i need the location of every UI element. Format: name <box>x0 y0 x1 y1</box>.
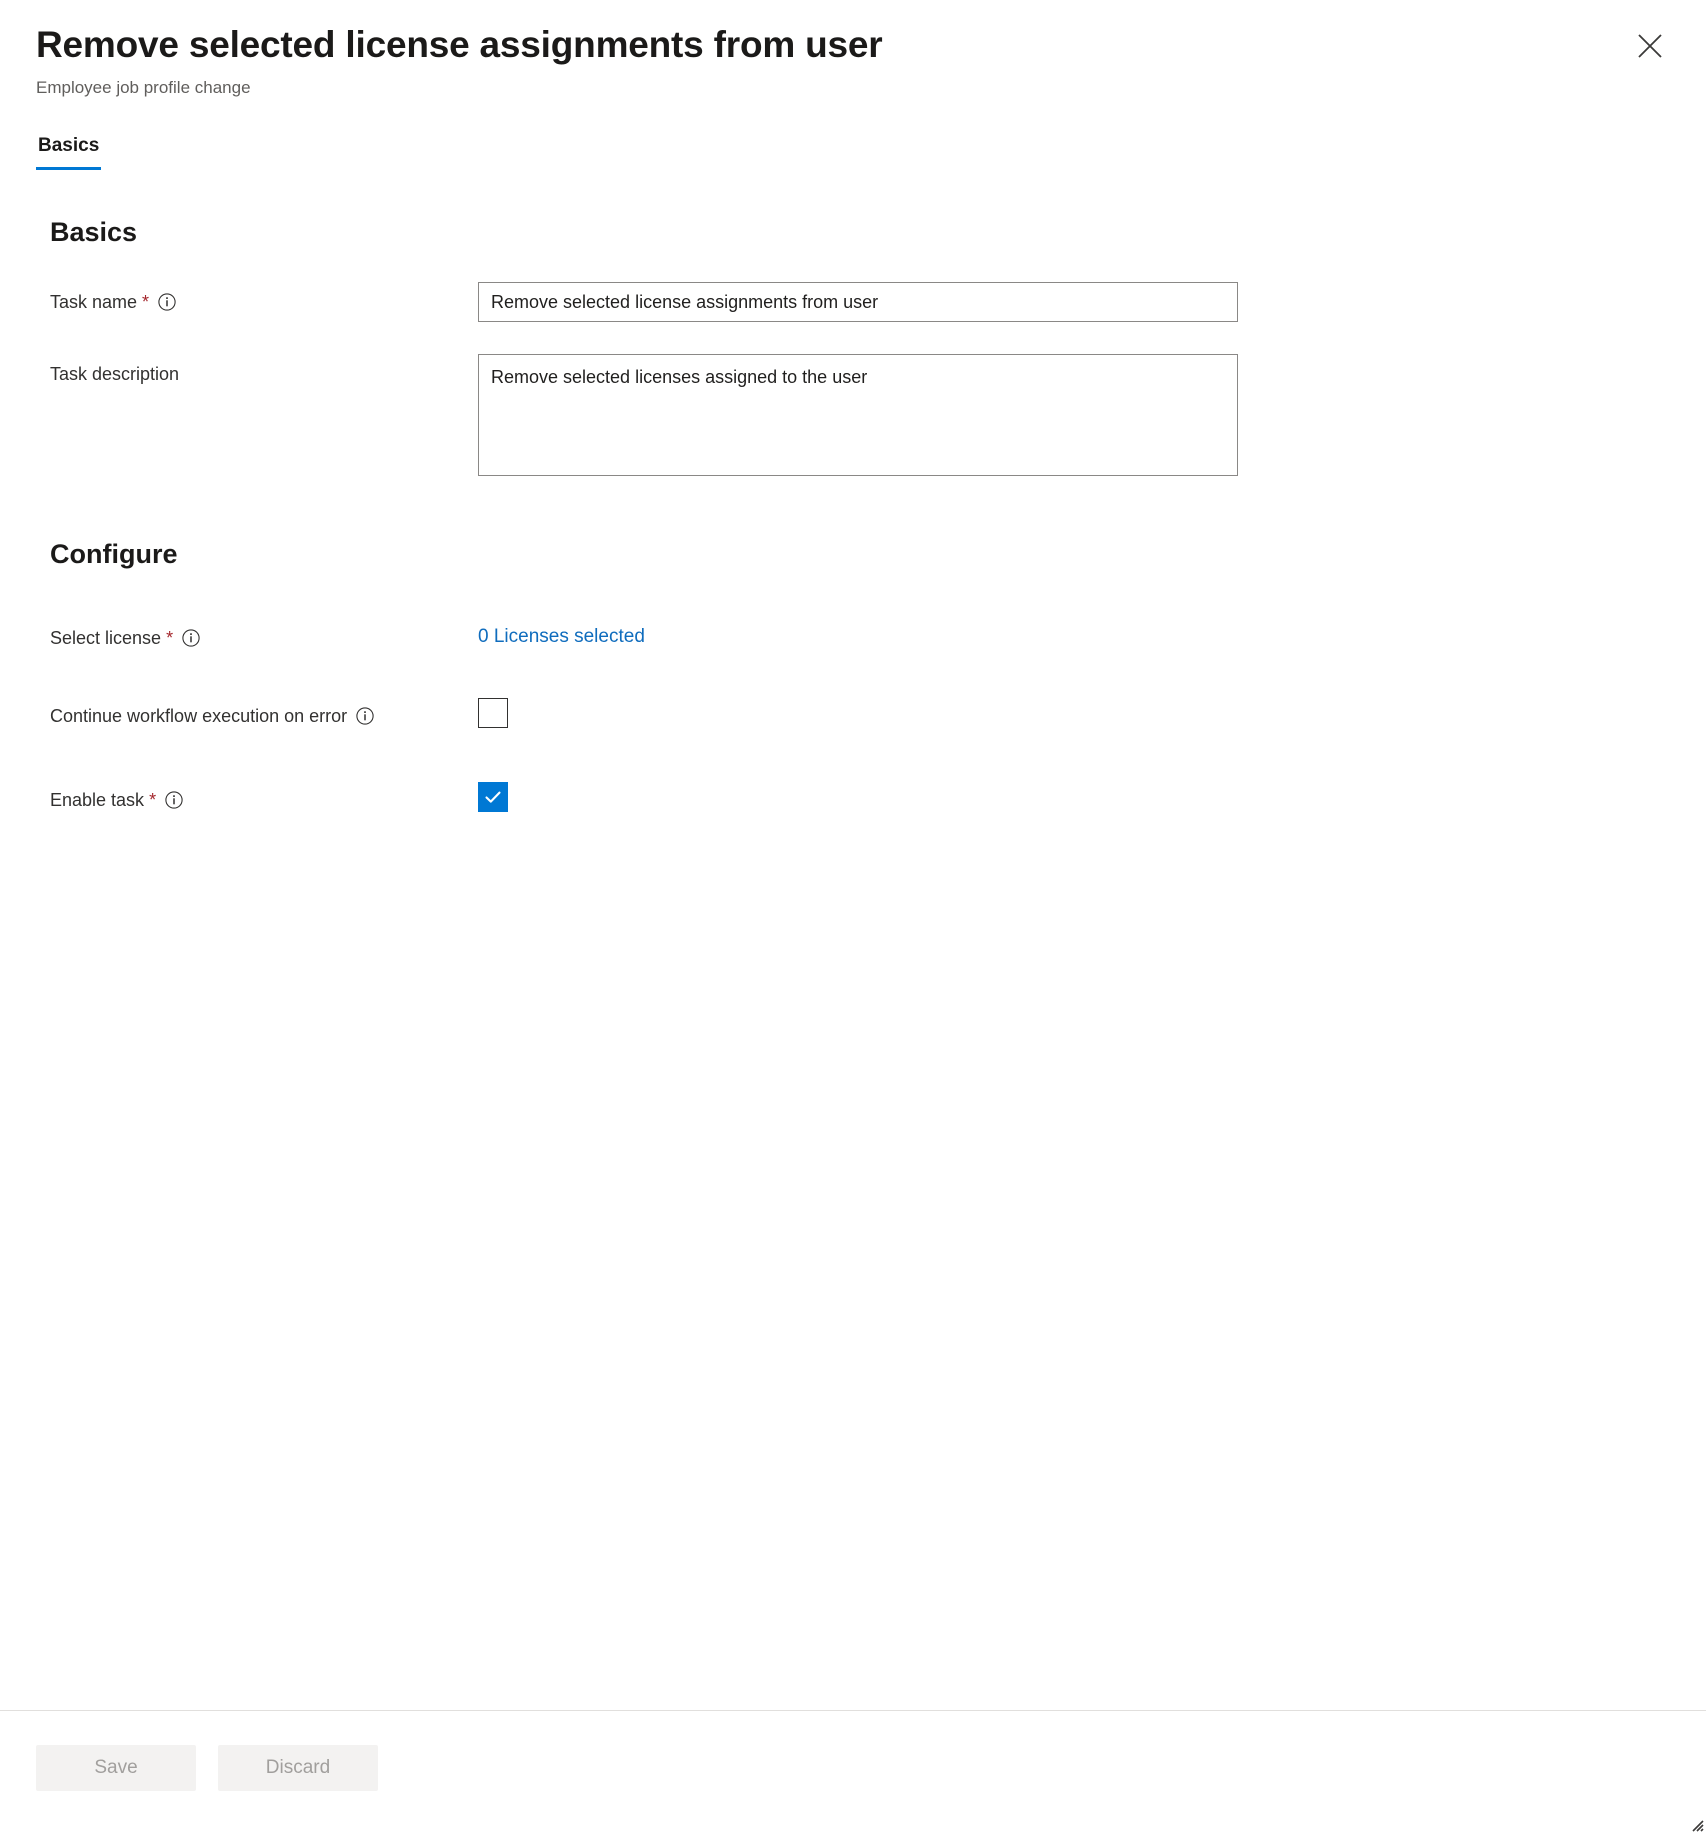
tab-bar: Basics <box>0 130 1706 170</box>
required-indicator: * <box>166 628 174 648</box>
tab-basics[interactable]: Basics <box>36 130 102 170</box>
label-task-description: Task description <box>50 354 478 386</box>
discard-button[interactable]: Discard <box>218 1745 378 1791</box>
info-icon[interactable] <box>356 707 374 725</box>
label-select-license-text: Select license <box>50 628 162 648</box>
label-task-description-text: Task description <box>50 364 180 384</box>
form-row-task-name: Task name * <box>50 282 1670 322</box>
save-button[interactable]: Save <box>36 1745 196 1791</box>
field-select-license: 0 Licenses selected <box>478 618 645 649</box>
blade-content: Basics Task name * Task de <box>0 170 1706 1710</box>
form-row-select-license: Select license * 0 Licenses selected <box>50 618 1670 650</box>
field-task-description <box>478 354 1238 476</box>
label-enable-task-text: Enable task <box>50 790 145 810</box>
form-row-task-description: Task description <box>50 354 1670 476</box>
page-subtitle: Employee job profile change <box>36 78 251 97</box>
page-title: Remove selected license assignments from… <box>36 24 883 65</box>
task-description-textarea[interactable] <box>478 354 1238 476</box>
blade-header: Remove selected license assignments from… <box>0 0 1706 100</box>
section-heading-basics: Basics <box>50 217 138 247</box>
required-indicator: * <box>149 790 157 810</box>
info-icon[interactable] <box>158 293 176 311</box>
label-select-license: Select license * <box>50 618 478 650</box>
label-enable-task: Enable task * <box>50 780 478 812</box>
field-task-name <box>478 282 1238 322</box>
licenses-selected-link[interactable]: 0 Licenses selected <box>478 618 645 649</box>
label-continue-on-error-text: Continue workflow execution on error <box>50 706 348 726</box>
label-task-name-text: Task name <box>50 292 138 312</box>
close-icon <box>1637 33 1663 59</box>
continue-on-error-checkbox[interactable] <box>478 698 508 728</box>
label-task-name: Task name * <box>50 282 478 314</box>
task-name-input[interactable] <box>478 282 1238 322</box>
field-continue-on-error <box>478 696 508 728</box>
blade-footer: Save Discard <box>0 1710 1706 1834</box>
section-heading-configure: Configure <box>50 539 178 569</box>
enable-task-checkbox[interactable] <box>478 782 508 812</box>
form-row-continue-on-error: Continue workflow execution on error <box>50 696 1670 728</box>
close-button[interactable] <box>1626 22 1674 70</box>
required-indicator: * <box>142 292 150 312</box>
info-icon[interactable] <box>182 629 200 647</box>
form-row-enable-task: Enable task * <box>50 780 1670 812</box>
checkmark-icon <box>483 787 503 807</box>
resize-grip-icon[interactable] <box>1690 1818 1704 1832</box>
info-icon[interactable] <box>165 791 183 809</box>
field-enable-task <box>478 780 508 812</box>
label-continue-on-error: Continue workflow execution on error <box>50 696 478 728</box>
blade-panel: Remove selected license assignments from… <box>0 0 1706 1834</box>
